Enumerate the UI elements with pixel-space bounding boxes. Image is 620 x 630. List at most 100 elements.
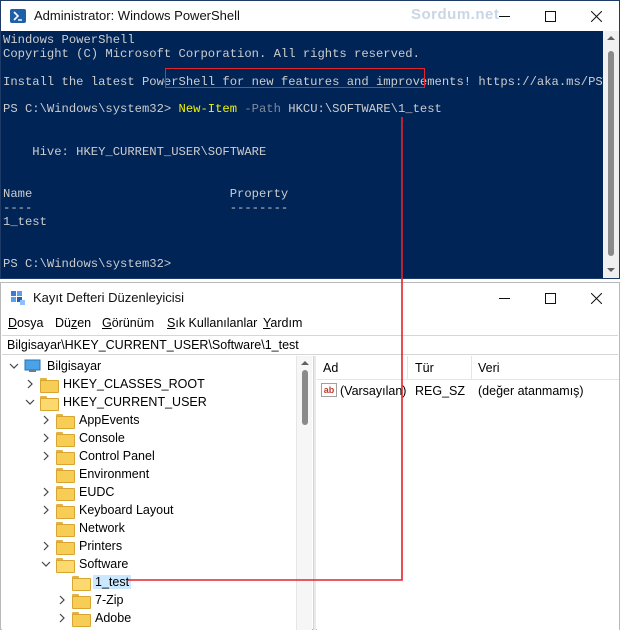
scroll-up-icon[interactable] bbox=[607, 35, 615, 41]
close-button[interactable] bbox=[573, 283, 619, 313]
folder-icon bbox=[72, 611, 91, 627]
console-line: Name Property bbox=[3, 187, 289, 201]
tree-node-1-test[interactable]: 1_test bbox=[56, 573, 132, 591]
console-prompt: PS C:\Windows\system32> bbox=[3, 257, 172, 271]
folder-icon bbox=[56, 485, 75, 501]
tree-node-hkcr[interactable]: HKEY_CLASSES_ROOT bbox=[24, 375, 207, 393]
chevron-right-icon[interactable] bbox=[56, 612, 68, 624]
minimize-icon bbox=[498, 297, 510, 299]
tree-scrollbar[interactable] bbox=[296, 356, 312, 630]
scroll-thumb[interactable] bbox=[302, 370, 308, 425]
close-button[interactable] bbox=[573, 1, 619, 31]
scroll-thumb[interactable] bbox=[608, 51, 614, 256]
chevron-down-icon[interactable] bbox=[24, 396, 36, 408]
regedit-titlebar[interactable]: Kayıt Defteri Düzenleyicisi bbox=[1, 283, 619, 313]
minimize-icon bbox=[498, 15, 510, 17]
value-data: (değer atanmamış) bbox=[478, 384, 584, 398]
chevron-down-icon[interactable] bbox=[8, 360, 20, 372]
column-divider[interactable] bbox=[407, 356, 408, 380]
tree-label: Bilgisayar bbox=[47, 359, 102, 373]
tree-label: HKEY_CLASSES_ROOT bbox=[63, 377, 205, 391]
registry-tree[interactable]: Bilgisayar HKEY_CLASSES_ROOT HKEY_CURREN… bbox=[2, 356, 312, 630]
folder-icon bbox=[56, 503, 75, 519]
chevron-right-icon[interactable] bbox=[40, 486, 52, 498]
tree-node-computer[interactable]: Bilgisayar bbox=[8, 357, 103, 375]
folder-open-icon bbox=[72, 575, 91, 591]
tree-node-software[interactable]: Software bbox=[40, 555, 130, 573]
maximize-button[interactable] bbox=[527, 1, 573, 31]
tree-node-eudc[interactable]: EUDC bbox=[40, 483, 116, 501]
chevron-right-icon[interactable] bbox=[40, 540, 52, 552]
address-bar[interactable]: Bilgisayar\HKEY_CURRENT_USER\Software\1_… bbox=[2, 335, 618, 355]
chevron-right-icon[interactable] bbox=[40, 432, 52, 444]
menu-favorites[interactable]: Sık Kullanılanlar bbox=[167, 316, 257, 330]
chevron-down-icon[interactable] bbox=[40, 558, 52, 570]
chevron-right-icon[interactable] bbox=[56, 594, 68, 606]
console-line: Hive: HKEY_CURRENT_USER\SOFTWARE bbox=[3, 145, 267, 159]
folder-open-icon bbox=[40, 395, 59, 411]
folder-icon bbox=[56, 521, 75, 537]
menu-file[interactable]: Dosya bbox=[8, 316, 43, 330]
tree-node-printers[interactable]: Printers bbox=[40, 537, 124, 555]
value-type: REG_SZ bbox=[415, 384, 466, 398]
tree-label: Control Panel bbox=[79, 449, 155, 463]
folder-icon bbox=[56, 431, 75, 447]
string-value-icon: ab bbox=[321, 383, 337, 397]
tree-label: Keyboard Layout bbox=[79, 503, 174, 517]
value-name: (Varsayılan) bbox=[340, 384, 407, 398]
folder-icon bbox=[56, 449, 75, 465]
tree-node-keyboard-layout[interactable]: Keyboard Layout bbox=[40, 501, 176, 519]
powershell-scrollbar[interactable] bbox=[603, 31, 619, 278]
minimize-button[interactable] bbox=[481, 283, 527, 313]
chevron-right-icon[interactable] bbox=[40, 414, 52, 426]
menu-edit[interactable]: Düzen bbox=[55, 316, 91, 330]
minimize-button[interactable] bbox=[481, 1, 527, 31]
console-line: ---- -------- bbox=[3, 201, 289, 215]
column-header-name[interactable]: Ad bbox=[323, 361, 338, 375]
maximize-icon bbox=[544, 292, 556, 304]
chevron-right-icon[interactable] bbox=[40, 450, 52, 462]
values-list[interactable]: Ad Tür Veri ab (Varsayılan) REG_SZ (değe… bbox=[317, 356, 619, 630]
scroll-up-icon[interactable] bbox=[301, 360, 309, 366]
powershell-titlebar[interactable]: Administrator: Windows PowerShell Sordum… bbox=[1, 1, 619, 31]
column-header-data[interactable]: Veri bbox=[478, 361, 500, 375]
tree-label: HKEY_CURRENT_USER bbox=[63, 395, 207, 409]
command-line: PS C:\Windows\system32> New-Item -Path H… bbox=[3, 102, 442, 116]
regedit-icon bbox=[11, 291, 25, 305]
chevron-right-icon[interactable] bbox=[40, 504, 52, 516]
command-name: New-Item bbox=[178, 102, 238, 116]
maximize-button[interactable] bbox=[527, 283, 573, 313]
tree-node-7zip[interactable]: 7-Zip bbox=[56, 591, 125, 609]
tree-label: Console bbox=[79, 431, 125, 445]
pane-splitter[interactable] bbox=[313, 356, 316, 630]
command-value: HKCU:\SOFTWARE\1_test bbox=[280, 102, 442, 116]
column-divider[interactable] bbox=[471, 356, 472, 380]
maximize-icon bbox=[544, 10, 556, 22]
tree-label: Adobe bbox=[95, 611, 132, 625]
scroll-down-icon[interactable] bbox=[607, 267, 615, 273]
chevron-right-icon[interactable] bbox=[24, 378, 36, 390]
column-header-type[interactable]: Tür bbox=[415, 361, 434, 375]
tree-node-environment[interactable]: Environment bbox=[40, 465, 151, 483]
tree-label-selected: 1_test bbox=[93, 575, 132, 589]
tree-node-hkcu[interactable]: HKEY_CURRENT_USER bbox=[24, 393, 209, 411]
folder-icon bbox=[40, 377, 59, 393]
menu-view[interactable]: Görünüm bbox=[102, 316, 154, 330]
command-parameter: -Path bbox=[237, 102, 281, 116]
tree-label: Environment bbox=[79, 467, 150, 481]
menu-help[interactable]: Yardım bbox=[263, 316, 302, 330]
tree-label: Printers bbox=[79, 539, 123, 553]
tree-node-adobe[interactable]: Adobe bbox=[56, 609, 133, 627]
folder-open-icon bbox=[56, 557, 75, 573]
tree-node-console[interactable]: Console bbox=[40, 429, 127, 447]
tree-node-control-panel[interactable]: Control Panel bbox=[40, 447, 157, 465]
close-icon bbox=[590, 292, 602, 304]
tree-node-appevents[interactable]: AppEvents bbox=[40, 411, 141, 429]
tree-label: 7-Zip bbox=[95, 593, 124, 607]
value-row[interactable]: ab (Varsayılan) REG_SZ (değer atanmamış) bbox=[317, 381, 619, 401]
tree-node-network[interactable]: Network bbox=[40, 519, 127, 537]
menu-bar: Dosya Düzen Görünüm Sık Kullanılanlar Ya… bbox=[1, 313, 619, 335]
tree-label: AppEvents bbox=[79, 413, 140, 427]
